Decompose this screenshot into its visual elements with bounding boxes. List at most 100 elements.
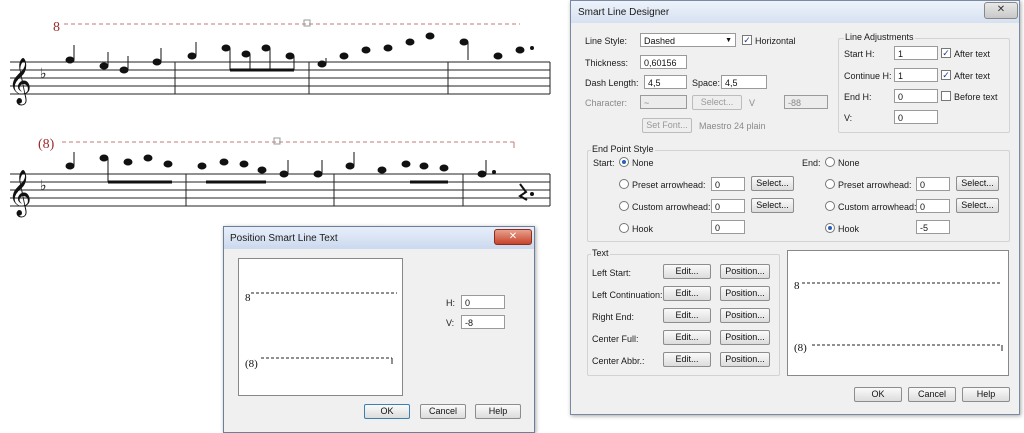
start-preset-field[interactable]: 0 bbox=[711, 177, 745, 191]
designer-title: Smart Line Designer bbox=[578, 7, 670, 18]
center-abbr-edit-button[interactable]: Edit... bbox=[663, 352, 711, 367]
thickness-field[interactable]: 0,60156 bbox=[640, 55, 687, 69]
svg-text:𝄞: 𝄞 bbox=[8, 58, 32, 106]
left-continuation-edit-button[interactable]: Edit... bbox=[663, 286, 711, 301]
line-style-value: Dashed bbox=[644, 36, 676, 46]
start-hook-field[interactable]: 0 bbox=[711, 220, 745, 234]
end-custom-field[interactable]: 0 bbox=[916, 199, 950, 213]
end-hook-radio[interactable] bbox=[825, 223, 835, 233]
start-custom-field[interactable]: 0 bbox=[711, 199, 745, 213]
svg-text:𝄞: 𝄞 bbox=[8, 170, 32, 218]
start-label: Start: bbox=[593, 158, 615, 168]
center-full-position-button[interactable]: Position... bbox=[720, 330, 770, 345]
left-start-position-button[interactable]: Position... bbox=[720, 264, 770, 279]
start-custom-select-button[interactable]: Select... bbox=[751, 198, 794, 213]
character-label: Character: bbox=[585, 98, 628, 108]
line-adjustments-title: Line Adjustments bbox=[844, 32, 915, 42]
designer-preview-line-1 bbox=[802, 282, 1002, 284]
after-text-checkbox-1[interactable]: ✓ bbox=[941, 48, 951, 58]
start-hook-radio[interactable] bbox=[619, 223, 629, 233]
text-row-label-center-abbr: Center Abbr.: bbox=[592, 356, 645, 366]
designer-help-button[interactable]: Help bbox=[962, 387, 1010, 402]
position-preview-panel[interactable]: 8 (8) bbox=[238, 258, 403, 396]
svg-text:♭: ♭ bbox=[40, 178, 47, 194]
start-h-label: Start H: bbox=[844, 49, 875, 59]
left-continuation-position-button[interactable]: Position... bbox=[720, 286, 770, 301]
smart-line-designer-dialog: Smart Line Designer ✕ Line Style: Dashed… bbox=[570, 0, 1020, 415]
v-offset-field[interactable]: -8 bbox=[461, 315, 505, 329]
close-icon[interactable]: ✕ bbox=[494, 229, 532, 245]
text-group-title: Text bbox=[591, 248, 610, 258]
start-custom-radio[interactable] bbox=[619, 201, 629, 211]
after-text-label-2: After text bbox=[954, 71, 991, 81]
horizontal-checkbox[interactable]: ✓ bbox=[742, 35, 752, 45]
ok-button[interactable]: OK bbox=[364, 404, 410, 419]
start-hook-label: Hook bbox=[632, 224, 654, 234]
continue-h-label: Continue H: bbox=[844, 71, 892, 81]
preview-dashed-line-1 bbox=[251, 292, 397, 294]
right-end-edit-button[interactable]: Edit... bbox=[663, 308, 711, 323]
left-start-edit-button[interactable]: Edit... bbox=[663, 264, 711, 279]
v-label: V: bbox=[446, 318, 455, 328]
dash-length-field[interactable]: 4,5 bbox=[644, 75, 687, 89]
position-dialog-titlebar[interactable]: Position Smart Line Text ✕ bbox=[224, 227, 534, 249]
text-row-label-left-continuation: Left Continuation: bbox=[592, 290, 663, 300]
staff-system-1: 𝄞 ♭ bbox=[8, 19, 551, 106]
dash-length-label: Dash Length: bbox=[585, 78, 639, 88]
h-label: H: bbox=[446, 298, 455, 308]
before-text-label: Before text bbox=[954, 92, 998, 102]
adj-v-field[interactable]: 0 bbox=[894, 110, 938, 124]
line-style-label: Line Style: bbox=[585, 36, 628, 46]
text-row-label-right-end: Right End: bbox=[592, 312, 635, 322]
right-end-position-button[interactable]: Position... bbox=[720, 308, 770, 323]
before-text-checkbox[interactable] bbox=[941, 91, 951, 101]
start-preset-select-button[interactable]: Select... bbox=[751, 176, 794, 191]
position-dialog-title: Position Smart Line Text bbox=[230, 233, 338, 244]
select-character-button[interactable]: Select... bbox=[692, 95, 742, 110]
end-preset-radio[interactable] bbox=[825, 179, 835, 189]
char-v-field[interactable]: -88 bbox=[784, 95, 828, 109]
center-abbr-position-button[interactable]: Position... bbox=[720, 352, 770, 367]
close-icon[interactable]: ✕ bbox=[984, 2, 1018, 19]
character-field[interactable]: ~ bbox=[640, 95, 687, 109]
designer-ok-button[interactable]: OK bbox=[854, 387, 902, 402]
line-style-select[interactable]: Dashed ▼ bbox=[640, 33, 736, 47]
designer-cancel-button[interactable]: Cancel bbox=[908, 387, 956, 402]
end-custom-radio[interactable] bbox=[825, 201, 835, 211]
end-label: End: bbox=[802, 158, 821, 168]
start-preset-radio[interactable] bbox=[619, 179, 629, 189]
start-none-radio[interactable] bbox=[619, 157, 629, 167]
continue-h-field[interactable]: 1 bbox=[894, 68, 938, 82]
start-none-label: None bbox=[632, 158, 654, 168]
horizontal-label: Horizontal bbox=[755, 36, 796, 46]
designer-preview-panel[interactable]: 8 (8) bbox=[787, 250, 1009, 376]
adj-v-label: V: bbox=[844, 113, 853, 123]
text-row-label-left-start: Left Start: bbox=[592, 268, 632, 278]
space-field[interactable]: 4,5 bbox=[721, 75, 767, 89]
cancel-button[interactable]: Cancel bbox=[420, 404, 466, 419]
end-preset-select-button[interactable]: Select... bbox=[956, 176, 999, 191]
h-offset-field[interactable]: 0 bbox=[461, 295, 505, 309]
end-hook-field[interactable]: -5 bbox=[916, 220, 950, 234]
end-h-field[interactable]: 0 bbox=[894, 89, 938, 103]
after-text-checkbox-2[interactable]: ✓ bbox=[941, 70, 951, 80]
end-hook-label: Hook bbox=[838, 224, 860, 234]
set-font-button[interactable]: Set Font... bbox=[642, 118, 692, 133]
staff-system-2: 𝄞 ♭ bbox=[8, 137, 551, 218]
preview-start-text: 8 bbox=[245, 292, 251, 304]
center-full-edit-button[interactable]: Edit... bbox=[663, 330, 711, 345]
start-h-field[interactable]: 1 bbox=[894, 46, 938, 60]
help-button[interactable]: Help bbox=[475, 404, 521, 419]
text-row-label-center-full: Center Full: bbox=[592, 334, 639, 344]
designer-preview-line-2 bbox=[812, 344, 1003, 351]
chevron-down-icon: ▼ bbox=[725, 37, 732, 44]
end-preset-field[interactable]: 0 bbox=[916, 177, 950, 191]
svg-text:♭: ♭ bbox=[40, 66, 47, 82]
thickness-label: Thickness: bbox=[585, 58, 629, 68]
end-none-radio[interactable] bbox=[825, 157, 835, 167]
preview-cont-text: (8) bbox=[245, 358, 258, 370]
start-custom-label: Custom arrowhead: bbox=[632, 202, 711, 212]
end-custom-select-button[interactable]: Select... bbox=[956, 198, 999, 213]
designer-titlebar[interactable]: Smart Line Designer ✕ bbox=[571, 1, 1019, 23]
start-preset-label: Preset arrowhead: bbox=[632, 180, 706, 190]
